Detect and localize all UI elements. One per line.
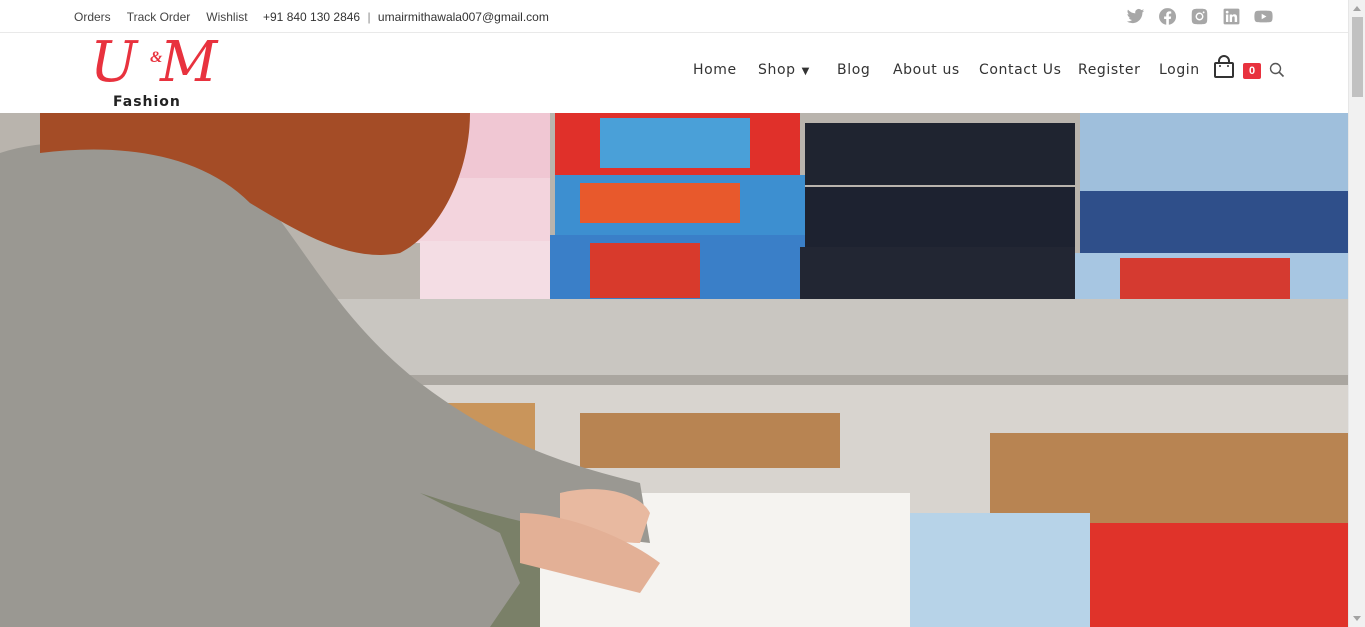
top-links: Orders Track Order Wishlist [74,10,264,24]
orders-link[interactable]: Orders [74,10,111,24]
nav-shop[interactable]: Shop ▼ [758,62,810,78]
contact-separator: | [367,10,371,24]
scroll-up-arrow-icon[interactable] [1353,6,1361,11]
page-scrollbar[interactable] [1348,0,1365,627]
nav-shop-label: Shop [758,62,796,78]
nav-about[interactable]: About us [893,62,960,78]
linkedin-icon[interactable] [1222,7,1241,26]
search-icon[interactable] [1269,62,1285,78]
clothing-store-hero-image [0,113,1348,627]
shopping-bag-icon[interactable] [1212,55,1238,81]
chevron-down-icon: ▼ [801,66,810,77]
instagram-icon[interactable] [1190,7,1209,26]
nav-home[interactable]: Home [693,62,737,78]
email-address: umairmithawala007@gmail.com [377,10,549,24]
facebook-icon[interactable] [1158,7,1177,26]
nav-register[interactable]: Register [1078,62,1140,78]
social-links [1126,7,1273,26]
main-navigation: Home Shop ▼ Blog About us Contact Us Regi… [0,33,1348,113]
wishlist-link[interactable]: Wishlist [206,10,247,24]
contact-info: +91 840 130 2846 | umairmithawala007@gma… [263,10,549,24]
scroll-down-arrow-icon[interactable] [1353,616,1361,621]
track-order-link[interactable]: Track Order [127,10,191,24]
cart-count-badge: 0 [1243,63,1261,79]
scroll-thumb[interactable] [1352,17,1363,97]
twitter-icon[interactable] [1126,7,1145,26]
youtube-icon[interactable] [1254,7,1273,26]
nav-contact[interactable]: Contact Us [979,62,1061,78]
hero-banner [0,113,1348,627]
site-header: U M & Fashion Home Shop ▼ Blog About us C… [0,30,1348,113]
nav-blog[interactable]: Blog [837,62,870,78]
phone-number: +91 840 130 2846 [263,10,361,24]
nav-login[interactable]: Login [1159,62,1200,78]
